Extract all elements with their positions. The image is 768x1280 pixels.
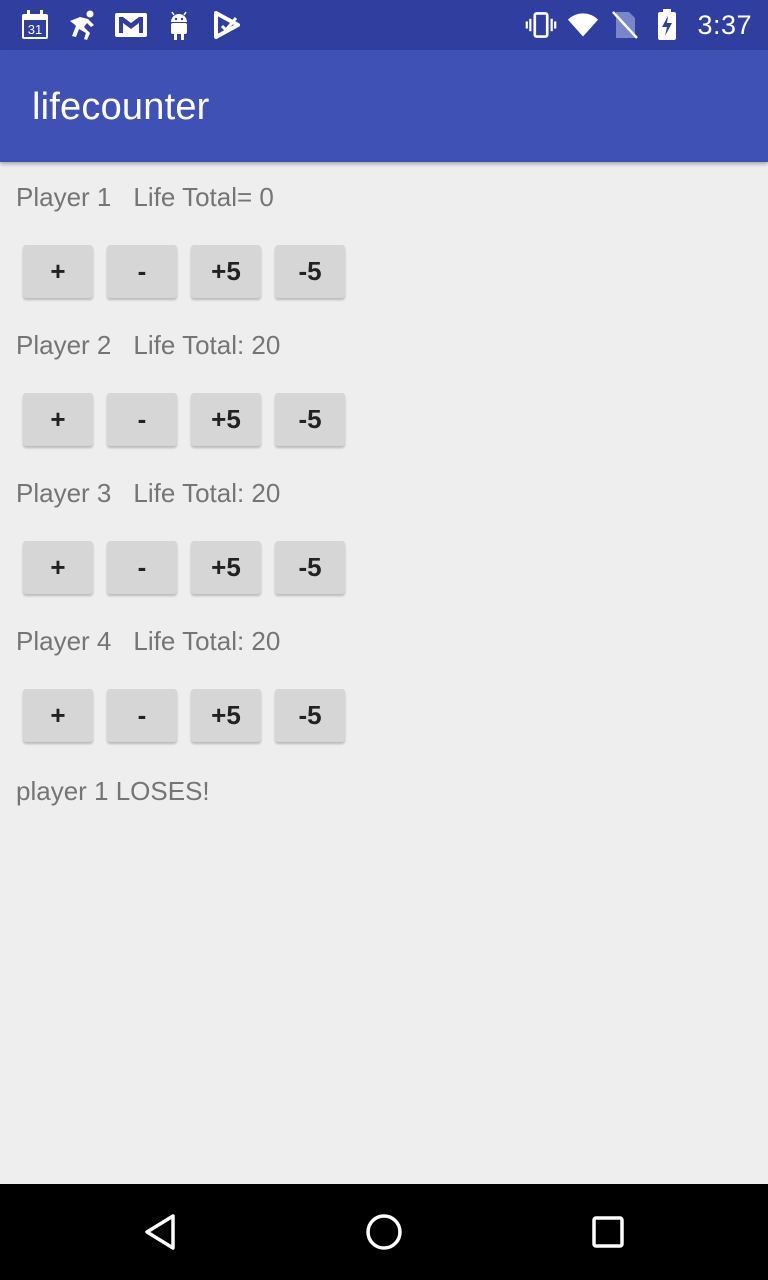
player-3-minus5-button[interactable]: -5 (275, 541, 345, 594)
player-3-plus5-button[interactable]: +5 (191, 541, 261, 594)
player-1-block: Player 1 Life Total= 0 + - +5 -5 (0, 162, 768, 310)
player-1-name: Player 1 (16, 182, 112, 212)
player-4-plus5-button[interactable]: +5 (191, 689, 261, 742)
player-2-minus-button[interactable]: - (107, 393, 177, 446)
player-2-plus-button[interactable]: + (23, 393, 93, 446)
battery-charging-icon (651, 8, 683, 42)
play-store-icon (210, 8, 244, 42)
player-4-life-total: Life Total: 20 (133, 626, 281, 656)
wifi-icon (567, 8, 599, 42)
runner-icon (66, 8, 100, 42)
home-icon[interactable] (360, 1208, 408, 1256)
player-2-block: Player 2 Life Total: 20 + - +5 -5 (0, 310, 768, 458)
no-sim-icon (609, 8, 641, 42)
player-4-minus5-button[interactable]: -5 (275, 689, 345, 742)
calendar-icon: 31 (18, 8, 52, 42)
player-2-life-total: Life Total: 20 (133, 330, 281, 360)
player-2-name: Player 2 (16, 330, 112, 360)
back-icon[interactable] (136, 1208, 184, 1256)
android-icon (162, 8, 196, 42)
player-3-plus-button[interactable]: + (23, 541, 93, 594)
status-bar: 31 3:37 (0, 0, 768, 50)
calendar-day: 31 (28, 22, 42, 37)
player-4-block: Player 4 Life Total: 20 + - +5 -5 (0, 606, 768, 754)
vibrate-icon (525, 8, 557, 42)
player-1-plus5-button[interactable]: +5 (191, 245, 261, 298)
player-list: Player 1 Life Total= 0 + - +5 -5 Player 2… (0, 162, 768, 806)
navigation-bar (0, 1184, 768, 1280)
player-1-plus-button[interactable]: + (23, 245, 93, 298)
player-4-name: Player 4 (16, 626, 112, 656)
player-2-minus5-button[interactable]: -5 (275, 393, 345, 446)
clock: 3:37 (697, 9, 752, 40)
player-3-minus-button[interactable]: - (107, 541, 177, 594)
gmail-icon (114, 8, 148, 42)
player-3-block: Player 3 Life Total: 20 + - +5 -5 (0, 458, 768, 606)
player-3-life-total: Life Total: 20 (133, 478, 281, 508)
player-4-minus-button[interactable]: - (107, 689, 177, 742)
app-bar: lifecounter (0, 50, 768, 162)
player-1-minus-button[interactable]: - (107, 245, 177, 298)
player-1-minus5-button[interactable]: -5 (275, 245, 345, 298)
result-message: player 1 LOSES! (16, 776, 210, 806)
recents-icon[interactable] (584, 1208, 632, 1256)
app-title: lifecounter (32, 86, 210, 128)
player-2-plus5-button[interactable]: +5 (191, 393, 261, 446)
player-3-name: Player 3 (16, 478, 112, 508)
player-1-life-total: Life Total= 0 (133, 182, 274, 212)
player-4-plus-button[interactable]: + (23, 689, 93, 742)
